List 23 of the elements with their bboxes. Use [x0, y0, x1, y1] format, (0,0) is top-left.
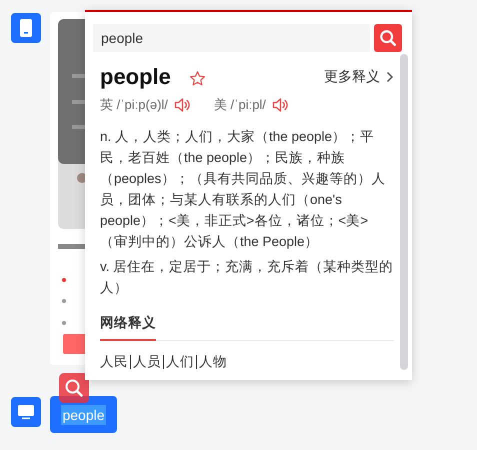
more-definitions-link[interactable]: 更多释义: [324, 68, 380, 86]
phonetic-text: 美 /ˈpiːpl/: [214, 96, 266, 114]
monitor-icon: [17, 404, 35, 420]
phone-icon: [19, 18, 33, 38]
speaker-icon[interactable]: [272, 97, 290, 113]
web-meaning: 人物: [199, 353, 227, 371]
web-meaning: 人民: [100, 353, 128, 371]
star-icon[interactable]: [188, 70, 206, 86]
search-button[interactable]: [59, 373, 89, 403]
web-definitions-tab[interactable]: 网络释义: [100, 314, 156, 341]
scrollbar-thumb[interactable]: [400, 54, 408, 370]
search-field[interactable]: people: [93, 24, 370, 52]
speaker-icon[interactable]: [174, 97, 192, 113]
chevron-right-icon[interactable]: [386, 71, 394, 83]
phonetic-text: 英 /ˈpiːp(ə)l/: [100, 96, 168, 114]
web-meaning: 人员: [133, 353, 161, 371]
message-text: people: [61, 404, 106, 424]
web-meaning: 人们: [166, 353, 194, 371]
definition-text: v. 居住在，定居于；充满，充斥着（某种类型的人）: [100, 258, 394, 297]
headword: people: [100, 64, 171, 90]
search-icon: [64, 378, 84, 398]
search-icon: [379, 29, 397, 47]
search-button[interactable]: [374, 24, 402, 52]
